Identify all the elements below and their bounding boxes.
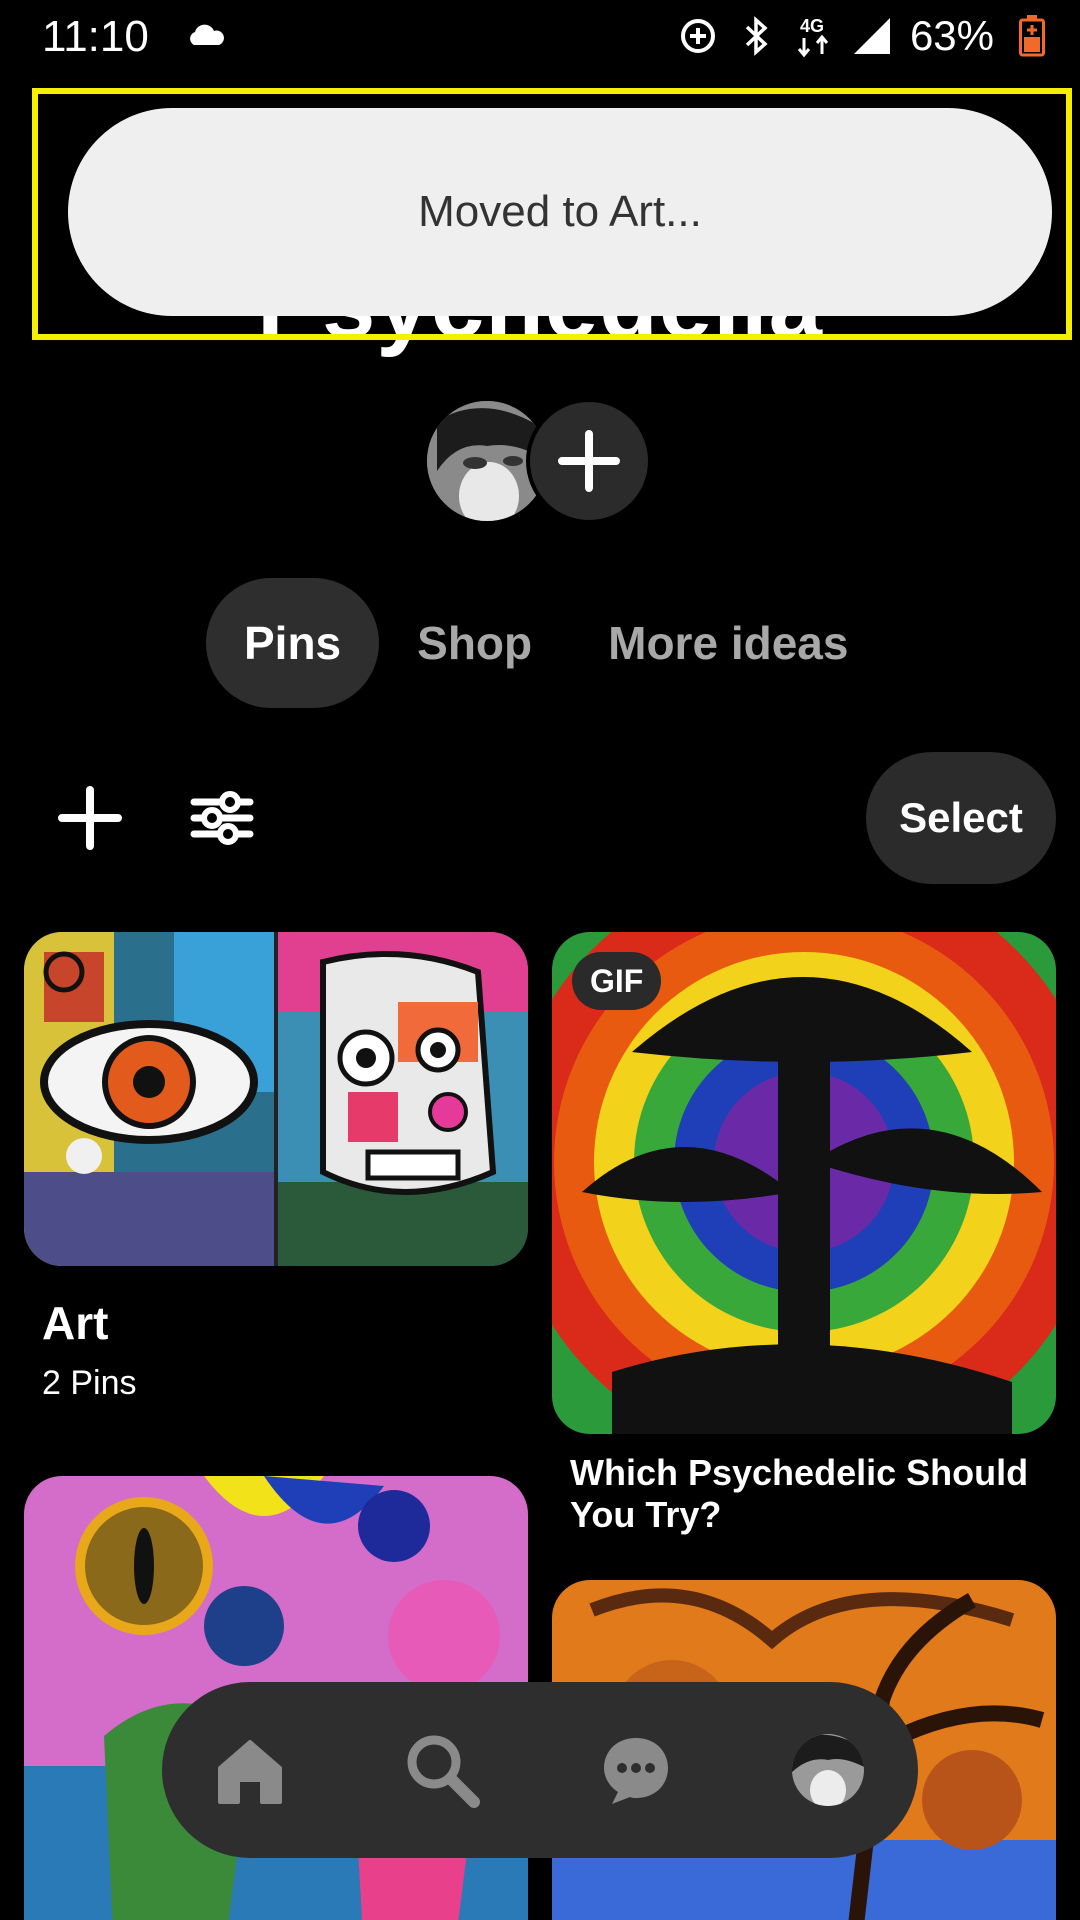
art-thumbnail-right: [278, 932, 528, 1266]
section-pin-count: 2 Pins: [42, 1364, 137, 1402]
bluetooth-icon: [736, 16, 776, 56]
nav-profile[interactable]: [778, 1720, 878, 1820]
board-tabs: Pins Shop More ideas: [206, 578, 886, 708]
cloud-icon: [190, 24, 224, 45]
toast[interactable]: Moved to Art...: [68, 108, 1052, 316]
plus-icon: [58, 786, 122, 850]
add-button[interactable]: [50, 778, 130, 858]
battery-icon: [1012, 15, 1052, 57]
search-icon: [407, 1735, 480, 1808]
status-time: 11:10: [42, 12, 149, 61]
pin-title: Which Psychedelic Should You Try?: [570, 1452, 1029, 1535]
tab-pins[interactable]: Pins: [206, 578, 380, 708]
pin-card[interactable]: GIF: [552, 932, 1056, 1434]
data-saver-icon: [678, 16, 718, 56]
select-button[interactable]: Select: [866, 752, 1056, 884]
bottom-nav: [162, 1682, 918, 1858]
messages-icon: [604, 1738, 668, 1804]
toast-message: Moved to Art...: [418, 187, 702, 236]
section-card-art[interactable]: [24, 932, 528, 1266]
svg-text:4G: 4G: [800, 16, 824, 36]
plus-icon: [558, 430, 620, 492]
filter-button[interactable]: [182, 778, 262, 858]
nav-messages[interactable]: [586, 1720, 686, 1820]
4g-icon: 4G: [794, 16, 834, 58]
tab-more-ideas[interactable]: More ideas: [570, 578, 886, 708]
tab-shop[interactable]: Shop: [379, 578, 570, 708]
gif-badge: GIF: [572, 952, 662, 1010]
filter-icon: [190, 791, 254, 845]
art-thumbnail-left: [24, 932, 274, 1266]
section-title: Art: [42, 1297, 109, 1349]
nav-home[interactable]: [200, 1720, 300, 1820]
signal-icon: [852, 16, 892, 56]
battery-percent: 63%: [909, 12, 994, 59]
home-icon: [218, 1740, 282, 1804]
profile-avatar: [792, 1734, 864, 1806]
nav-search[interactable]: [392, 1720, 492, 1820]
status-bar: 11:10 4G 63%: [0, 0, 1080, 72]
add-collaborator-button[interactable]: [526, 398, 652, 524]
